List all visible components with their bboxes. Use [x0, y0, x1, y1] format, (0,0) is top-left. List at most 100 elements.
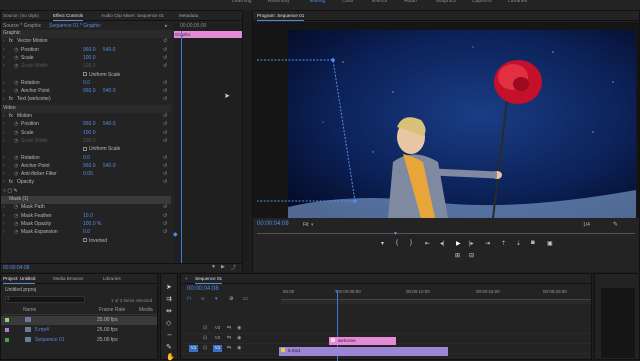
stopwatch-icon[interactable]: ◷ — [14, 130, 18, 136]
ec-graphic-clip-bar[interactable]: Graphic — [174, 31, 242, 38]
step-back-icon[interactable]: ◂| — [440, 240, 445, 247]
workspace-tab-color[interactable]: Color — [342, 0, 354, 4]
mark-in-icon[interactable]: { — [396, 240, 398, 246]
close-icon[interactable]: × — [185, 276, 188, 281]
toggle-proxies-icon[interactable]: ⊟ — [469, 252, 474, 259]
play-icon[interactable]: ▶ — [456, 240, 461, 247]
project-tab-2[interactable]: Libraries — [103, 276, 121, 281]
disclosure-icon[interactable]: › — [3, 163, 5, 169]
disclosure-icon[interactable]: › — [3, 96, 5, 102]
comparison-view-icon[interactable]: ▣ — [547, 240, 553, 247]
fx-badge-icon[interactable]: fx — [9, 179, 13, 185]
lock-icon[interactable]: ⊡ — [203, 325, 207, 331]
track-target[interactable] — [189, 335, 198, 342]
project-item[interactable]: 25.00 fps — [1, 316, 157, 325]
checkbox-label[interactable]: Uniform Scale — [83, 146, 120, 152]
property-value[interactable]: 0.0 — [83, 80, 90, 86]
ec-sequence-label[interactable]: Sequence 01 * Graphic — [49, 23, 101, 29]
reset-icon[interactable]: ↺ — [163, 113, 167, 119]
extract-icon[interactable]: ⇣ — [516, 240, 521, 247]
captions-icon[interactable]: ▭ — [243, 296, 248, 302]
track-name[interactable]: V3 — [213, 325, 222, 332]
track-target[interactable] — [189, 325, 198, 332]
program-monitor-tab[interactable]: Program: Sequence 01 — [257, 13, 305, 21]
reset-icon[interactable]: ↺ — [163, 38, 167, 44]
reset-icon[interactable]: ↺ — [163, 155, 167, 161]
mask-vertex[interactable] — [331, 58, 335, 62]
stopwatch-icon[interactable]: ◷ — [14, 155, 18, 161]
workspace-tab-editing[interactable]: Editing — [310, 0, 325, 4]
property-value[interactable]: 960.0 — [83, 88, 96, 94]
stopwatch-icon[interactable]: ◷ — [14, 138, 18, 144]
reset-icon[interactable]: ↺ — [163, 55, 167, 61]
disclosure-icon[interactable]: › — [3, 138, 5, 144]
settings-icon[interactable]: ⚙ — [229, 296, 233, 302]
stopwatch-icon[interactable]: ◷ — [14, 204, 18, 210]
stopwatch-icon[interactable]: ◷ — [14, 63, 18, 69]
property-value[interactable]: 960.0 — [83, 121, 96, 127]
disclosure-icon[interactable]: › — [3, 80, 5, 86]
keyframe-icon[interactable]: ◆ — [173, 231, 178, 238]
disclosure-icon[interactable]: › — [3, 63, 5, 69]
stopwatch-icon[interactable]: ◷ — [14, 88, 18, 94]
tab-3[interactable]: Metadata — [179, 13, 198, 18]
time-ruler[interactable]: 00:00 00:00:05:00 00:00:10:00 00:00:15:00 00… — [281, 288, 591, 300]
timeline-timecode[interactable]: 00:00:04:08 — [187, 286, 219, 292]
reset-icon[interactable]: ↺ — [163, 221, 167, 227]
filter-icon[interactable]: ▼ — [211, 264, 216, 270]
playhead-head-icon[interactable]: ▼ — [334, 289, 339, 295]
property-value[interactable]: 100.0 — [83, 130, 96, 136]
disclosure-icon[interactable]: › — [3, 88, 5, 94]
mask-name[interactable]: Mask (1) — [9, 196, 28, 202]
go-to-out-icon[interactable]: ⇥ — [485, 240, 490, 247]
chevron-down-icon[interactable]: ▾ — [311, 222, 314, 228]
disclosure-icon[interactable]: › — [3, 213, 5, 219]
checkbox[interactable] — [83, 238, 87, 243]
add-marker-icon[interactable]: ▾ — [381, 240, 384, 247]
reset-icon[interactable]: ↺ — [163, 204, 167, 210]
reset-icon[interactable]: ↺ — [163, 47, 167, 53]
disclosure-icon[interactable]: › — [3, 47, 5, 53]
sync-lock-icon[interactable]: ⇆ — [227, 325, 231, 331]
reset-icon[interactable]: ↺ — [163, 96, 167, 102]
linked-selection-icon[interactable]: ∞ — [201, 296, 205, 302]
reset-icon[interactable]: ↺ — [163, 229, 167, 235]
disclosure-icon[interactable]: › — [3, 171, 5, 177]
project-search-input[interactable]: ⌕ — [5, 296, 85, 303]
eye-icon[interactable]: ◉ — [237, 325, 241, 331]
sequence-tab[interactable]: Sequence 01 — [195, 276, 223, 284]
workspace-tab-audio[interactable]: Audio — [404, 0, 417, 4]
selection-tool-icon[interactable]: ➤ — [166, 283, 172, 291]
export-frame-icon[interactable]: ◙ — [531, 240, 535, 246]
tab-1[interactable]: Effect Controls — [53, 13, 84, 21]
disclosure-icon[interactable]: › — [3, 113, 5, 119]
property-value[interactable]: 100.0 — [83, 55, 96, 61]
razor-icon[interactable]: ◇ — [166, 319, 171, 327]
checkbox[interactable] — [83, 72, 87, 77]
property-value[interactable]: 540.0 — [103, 88, 116, 94]
reset-icon[interactable]: ↺ — [163, 138, 167, 144]
project-item[interactable]: 5.mp4 25.00 fps — [1, 326, 157, 335]
fx-badge-icon[interactable]: fx — [9, 96, 13, 102]
property-value[interactable]: 960.0 — [83, 163, 96, 169]
disclosure-icon[interactable]: › — [3, 38, 5, 44]
property-value[interactable]: 960.0 — [83, 47, 96, 53]
reset-icon[interactable]: ↺ — [163, 88, 167, 94]
sync-lock-icon[interactable]: ⇆ — [227, 335, 231, 341]
mask-shape-icons[interactable]: ○ ▢ ✎ — [3, 188, 18, 194]
play-audio-icon[interactable]: ▶ — [221, 264, 225, 270]
track-name[interactable]: V1 — [213, 345, 222, 352]
checkbox-label[interactable]: Inverted — [83, 238, 107, 244]
disclosure-icon[interactable]: › — [3, 179, 5, 185]
lift-icon[interactable]: ⇡ — [501, 240, 506, 247]
fx-badge-icon[interactable]: fx — [9, 38, 13, 44]
ec-playhead[interactable] — [181, 31, 182, 271]
property-value[interactable]: 0.00 — [83, 171, 93, 177]
reset-icon[interactable]: ↺ — [163, 130, 167, 136]
stopwatch-icon[interactable]: ◷ — [14, 171, 18, 177]
label-color-swatch[interactable] — [5, 338, 9, 342]
snap-icon[interactable]: ⊓ — [187, 296, 191, 302]
reset-icon[interactable]: ↺ — [163, 213, 167, 219]
checkbox[interactable] — [83, 146, 87, 151]
reset-icon[interactable]: ↺ — [163, 80, 167, 86]
